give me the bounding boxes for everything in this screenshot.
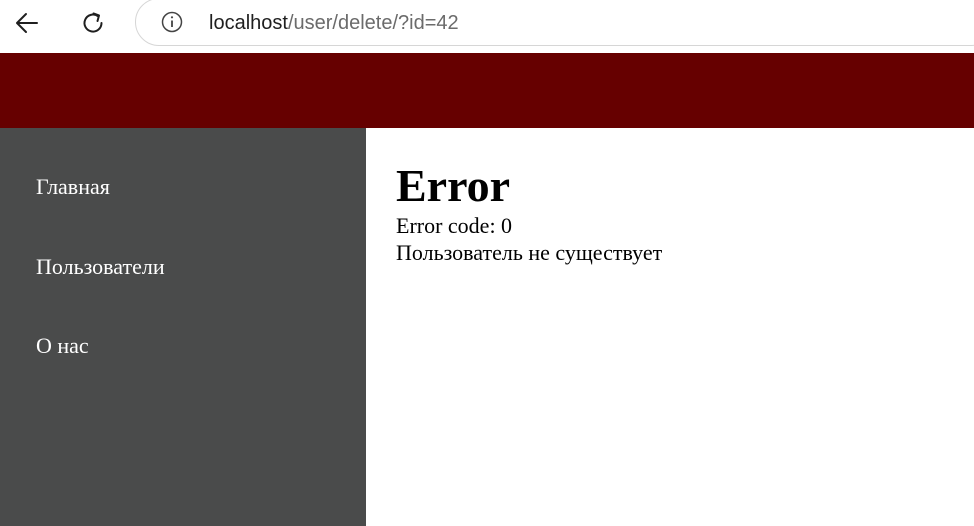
reload-button[interactable] — [74, 4, 112, 42]
site-header — [0, 53, 974, 128]
reload-icon — [83, 12, 103, 33]
url-path: /user/delete/?id=42 — [287, 12, 459, 34]
error-message: Пользователь не существует — [396, 240, 663, 265]
sidebar-item-home[interactable]: Главная — [36, 174, 110, 200]
page-title: Error — [396, 160, 511, 211]
url-text[interactable]: localhost/user/delete/?id=42 — [209, 10, 459, 36]
back-button[interactable] — [8, 4, 46, 42]
address-bar[interactable]: localhost/user/delete/?id=42 — [135, 0, 974, 46]
arrow-left-icon — [16, 13, 38, 33]
error-code: Error code: 0 — [396, 213, 513, 238]
sidebar-item-users[interactable]: Пользователи — [36, 254, 165, 280]
sidebar: Главная Пользователи О нас — [0, 128, 366, 526]
sidebar-item-about[interactable]: О нас — [36, 333, 89, 359]
info-icon[interactable] — [161, 11, 183, 33]
url-host: localhost — [209, 12, 288, 34]
browser-toolbar: localhost/user/delete/?id=42 — [0, 0, 974, 53]
main-content: Error Error code: 0 Пользователь не суще… — [366, 128, 974, 526]
